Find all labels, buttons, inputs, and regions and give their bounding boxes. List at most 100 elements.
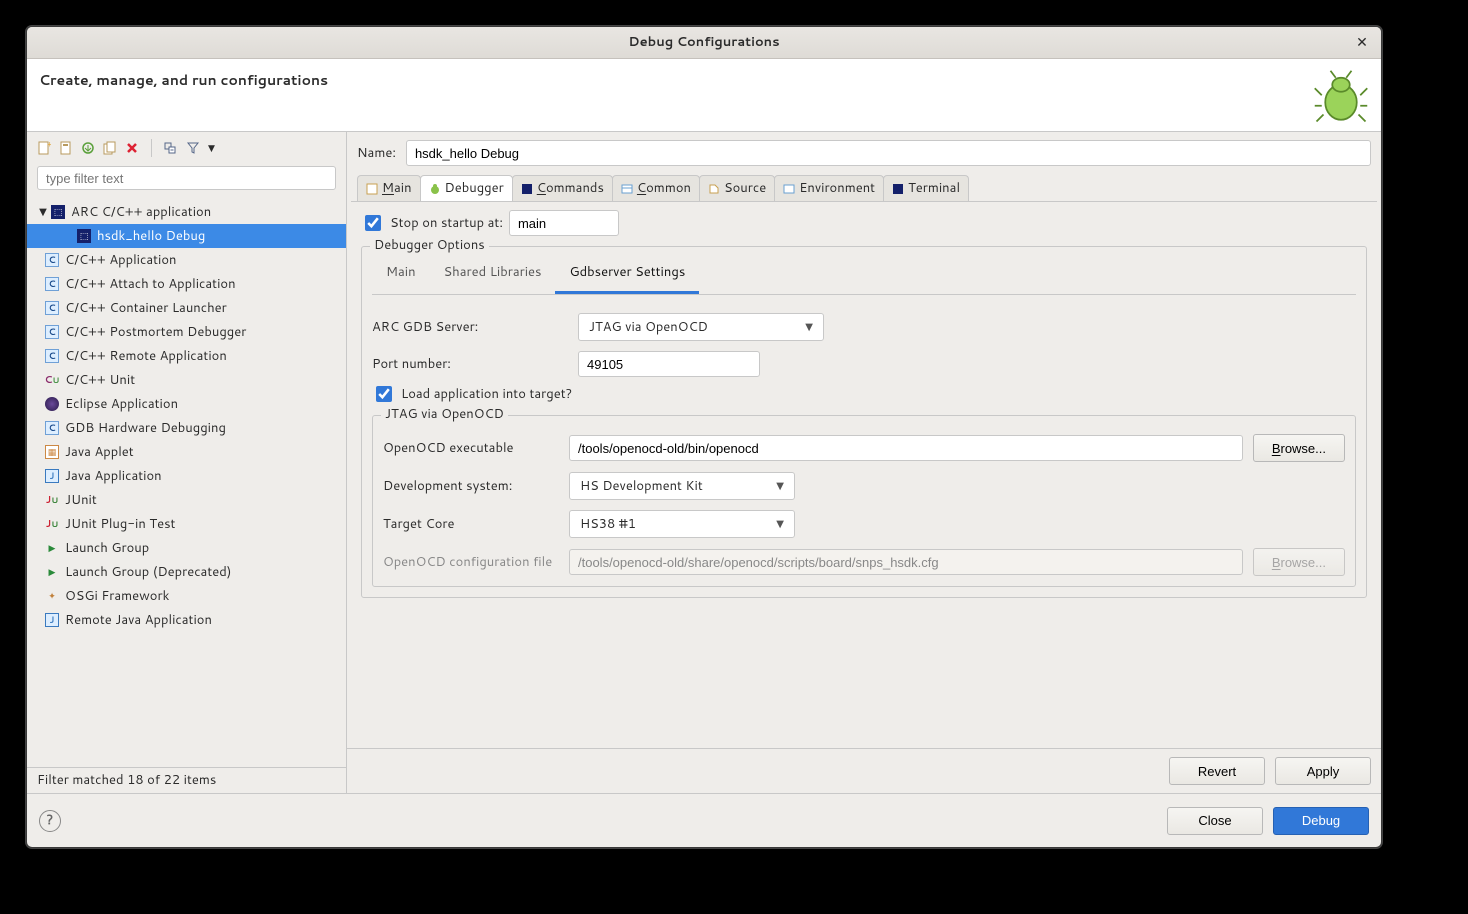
tree-root-arc[interactable]: ▼ ⬚ ARC C/C++ application	[27, 200, 346, 224]
tab-source[interactable]: Source	[699, 175, 775, 201]
expander-icon[interactable]: ▼	[37, 206, 49, 219]
right-pane: Name: Main Debugger Commands Common Sour…	[347, 132, 1381, 793]
main-tab-icon	[366, 183, 378, 195]
filter-icon[interactable]	[186, 141, 200, 155]
tree-label: hsdk_hello Debug	[97, 228, 205, 245]
launch-group-icon: ▶	[45, 565, 59, 579]
tab-environment[interactable]: Environment	[774, 175, 884, 201]
tree-item[interactable]: Eclipse Application	[27, 392, 346, 416]
tree-label: OSGi Framework	[65, 588, 169, 605]
name-label: Name:	[357, 145, 396, 162]
chevron-down-icon: ▼	[805, 321, 813, 334]
filter-menu-arrow[interactable]: ▼	[208, 142, 215, 154]
tree-child-hsdk[interactable]: ⬚ hsdk_hello Debug	[27, 224, 346, 248]
arc-icon: ⬚	[51, 205, 65, 219]
tree-label: Java Application	[65, 468, 162, 485]
help-icon[interactable]: ?	[39, 810, 61, 832]
tree-label: Java Applet	[65, 444, 134, 461]
filter-input[interactable]	[37, 166, 336, 190]
close-button[interactable]: Close	[1167, 807, 1263, 835]
new-config-icon[interactable]: +	[37, 141, 51, 155]
name-row: Name:	[347, 132, 1381, 174]
debug-button[interactable]: Debug	[1273, 807, 1369, 835]
delete-icon[interactable]	[125, 141, 139, 155]
tree-item[interactable]: CUC/C++ Unit	[27, 368, 346, 392]
browse-exe-button[interactable]: Browse...	[1253, 434, 1345, 462]
duplicate-icon[interactable]	[103, 141, 117, 155]
tree-item[interactable]: CC/C++ Remote Application	[27, 344, 346, 368]
export-icon[interactable]	[81, 141, 95, 155]
tree-label: C/C++ Attach to Application	[65, 276, 236, 293]
eclipse-icon	[45, 397, 59, 411]
tree-item[interactable]: JJava Application	[27, 464, 346, 488]
commands-tab-icon	[521, 183, 533, 195]
port-label: Port number:	[372, 356, 568, 373]
jtag-group: JTAG via OpenOCD OpenOCD executable Brow…	[372, 415, 1356, 587]
core-select[interactable]: HS38 #1▼	[569, 510, 795, 538]
tree-item[interactable]: ▶ Launch Group (Deprecated)	[27, 560, 346, 584]
stop-label: Stop on startup at:	[390, 215, 503, 232]
name-input[interactable]	[406, 140, 1371, 166]
tree-item[interactable]: ▶Launch Group	[27, 536, 346, 560]
server-select[interactable]: JTAG via OpenOCD▼	[578, 313, 824, 341]
tree-label: C/C++ Postmortem Debugger	[65, 324, 246, 341]
dialog-window: Debug Configurations ✕ Create, manage, a…	[26, 26, 1382, 848]
tree-item[interactable]: CC/C++ Container Launcher	[27, 296, 346, 320]
stop-checkbox[interactable]	[365, 215, 381, 231]
osgi-icon: ✦	[45, 589, 59, 603]
tree-item[interactable]: CC/C++ Postmortem Debugger	[27, 320, 346, 344]
jtag-legend: JTAG via OpenOCD	[381, 406, 508, 423]
tab-debugger[interactable]: Debugger	[420, 175, 513, 201]
tree-item[interactable]: CC/C++ Application	[27, 248, 346, 272]
tree-item[interactable]: JUJUnit	[27, 488, 346, 512]
inner-tab-gdbserver[interactable]: Gdbserver Settings	[555, 254, 699, 294]
collapse-all-icon[interactable]	[164, 141, 178, 155]
tree-item[interactable]: JRemote Java Application	[27, 608, 346, 632]
tree-item[interactable]: ✦ OSGi Framework	[27, 584, 346, 608]
c-icon: C	[45, 277, 59, 291]
revert-button[interactable]: Revert	[1169, 757, 1265, 785]
tree-label: C/C++ Application	[65, 252, 177, 269]
core-label: Target Core	[383, 516, 559, 533]
cunit-icon: CU	[45, 373, 59, 387]
tab-page-debugger: Stop on startup at: Debugger Options Mai…	[351, 202, 1377, 748]
gdb-settings-grid: ARC GDB Server: JTAG via OpenOCD▼ Port n…	[372, 313, 1356, 377]
remote-java-icon: J	[45, 613, 59, 627]
tree-label: Launch Group (Deprecated)	[65, 564, 232, 581]
c-icon: C	[45, 421, 59, 435]
chevron-down-icon: ▼	[776, 480, 784, 493]
browse-cfg-button: Browse...	[1253, 548, 1345, 576]
inner-tab-shared[interactable]: Shared Libraries	[430, 254, 556, 294]
config-tabs: Main Debugger Commands Common Source Env…	[351, 174, 1377, 202]
svg-text:+: +	[47, 141, 51, 150]
exe-input[interactable]	[569, 435, 1243, 461]
cfg-input	[569, 549, 1243, 575]
left-toolbar: + ▼	[27, 132, 346, 160]
load-checkbox[interactable]	[376, 386, 392, 402]
tree-item[interactable]: JUJUnit Plug-in Test	[27, 512, 346, 536]
devsys-label: Development system:	[383, 478, 559, 495]
tab-terminal[interactable]: Terminal	[883, 175, 969, 201]
tab-main[interactable]: Main	[357, 175, 421, 201]
stop-on-startup-row: Stop on startup at:	[361, 210, 1367, 236]
load-app-row: Load application into target?	[372, 383, 1356, 405]
tree-item[interactable]: CGDB Hardware Debugging	[27, 416, 346, 440]
devsys-select[interactable]: HS Development Kit▼	[569, 472, 795, 500]
config-tree[interactable]: ▼ ⬚ ARC C/C++ application ⬚ hsdk_hello D…	[27, 196, 346, 767]
body: + ▼ ▼ ⬚ AR	[27, 131, 1381, 793]
tab-common[interactable]: Common	[612, 175, 700, 201]
c-icon: C	[45, 301, 59, 315]
tab-commands[interactable]: Commands	[512, 175, 613, 201]
window-title: Debug Configurations	[628, 34, 779, 51]
inner-tab-main[interactable]: Main	[372, 254, 430, 294]
stop-input[interactable]	[509, 210, 619, 236]
port-input[interactable]	[578, 351, 760, 377]
jtag-grid: OpenOCD executable Browse... Development…	[383, 434, 1345, 576]
new-proto-icon[interactable]	[59, 141, 73, 155]
tree-item[interactable]: ▦Java Applet	[27, 440, 346, 464]
tree-item[interactable]: C C/C++ Attach to Application	[27, 272, 346, 296]
tree-label: ARC C/C++ application	[71, 204, 211, 221]
apply-button[interactable]: Apply	[1275, 757, 1371, 785]
tree-label: Eclipse Application	[65, 396, 178, 413]
close-icon[interactable]: ✕	[1353, 33, 1371, 51]
